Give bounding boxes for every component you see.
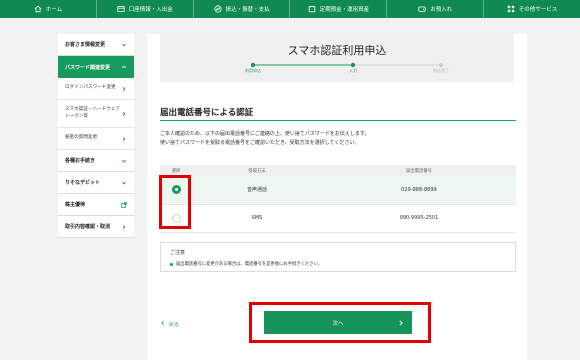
- nav-label: 口座情報・入出金: [128, 7, 173, 13]
- phone-table: 選択 受取方法 届出電話番号 音声通話 029-888-8899 SMS 090…: [160, 165, 516, 233]
- nav-label: 振込・振替・支払: [225, 7, 270, 13]
- voice-call-radio[interactable]: [171, 185, 181, 195]
- sidebar-item-label: 取引内容確認・取消: [65, 224, 111, 230]
- sidebar-item-label: スマホ認証・ハードウェア トークン等: [65, 107, 120, 119]
- sidebar-item-label: 株主優待: [65, 202, 86, 208]
- sidebar-item-shareholder-benefits[interactable]: 株主優待: [58, 194, 134, 216]
- section-title: 届出電話番号による認証: [160, 108, 254, 118]
- sidebar-item-label: パスワード関連変更: [65, 64, 111, 71]
- table-header-row: 選択 受取方法 届出電話番号: [160, 165, 516, 176]
- step-dot-3: [438, 62, 444, 68]
- table-row[interactable]: SMS 090-9995-2501: [160, 204, 516, 233]
- phone-cell: 090-9995-2501: [322, 204, 516, 233]
- chevron-right-icon: [120, 85, 128, 93]
- sidebar-item-label: ログインパスワード変更: [65, 85, 116, 91]
- section-divider: [160, 120, 516, 121]
- step-dot-1: [250, 62, 256, 68]
- chevron-right-icon: [120, 110, 128, 118]
- select-cell[interactable]: [160, 204, 192, 233]
- step-label-3: 申込完了: [433, 68, 449, 73]
- nav-account[interactable]: 口座情報・入出金: [97, 0, 194, 18]
- top-nav: ホーム 口座情報・入出金 振込・振替・支払 定期預金・運用資産 お預入れ その他…: [0, 0, 580, 18]
- instructions-line-2: 使い捨てパスワードを受取る電話番号をご確認いただき、受取方法を選択してください。: [160, 139, 360, 146]
- sidebar-item-resona-debit[interactable]: りそなデビット: [58, 172, 134, 194]
- method-cell: SMS: [192, 204, 322, 233]
- nav-label: お預入れ: [430, 7, 453, 13]
- notice-title: ご注意: [170, 250, 186, 256]
- method-cell: 音声通話: [192, 176, 322, 205]
- back-link[interactable]: 戻る: [160, 320, 179, 328]
- header-phone: 届出電話番号: [322, 165, 516, 176]
- external-link-icon: [120, 201, 128, 209]
- sidebar: お客さま情報変更 パスワード関連変更 ログインパスワード変更 スマホ認証・ハード…: [58, 34, 134, 238]
- nav-label: その他サービス: [518, 7, 558, 13]
- deposit-icon: [308, 5, 316, 13]
- sidebar-item-customer-info[interactable]: お客さま情報変更: [58, 34, 134, 56]
- sidebar-subitem-secret-question[interactable]: 秘密の質問変更: [58, 128, 134, 150]
- sidebar-item-label: 秘密の質問変更: [65, 135, 98, 141]
- sidebar-item-password[interactable]: パスワード関連変更: [58, 56, 134, 78]
- main-content: スマホ認証利用申込 利用申込 入力 申込完了 届出電話番号による認証 ご本人確認…: [147, 34, 527, 360]
- account-icon: [117, 5, 125, 13]
- sms-radio[interactable]: [171, 213, 181, 223]
- progress-stepper: [250, 62, 444, 68]
- wallet-icon: [418, 5, 426, 13]
- next-label: 次へ: [332, 320, 344, 327]
- step-dot-2: [350, 62, 356, 68]
- home-icon: [34, 5, 42, 13]
- next-button[interactable]: 次へ: [264, 311, 412, 334]
- chevron-left-icon: [160, 320, 166, 328]
- chevron-down-icon: [120, 41, 128, 49]
- notice-text: 届出電話番号に変更がある場合は、電話番号を変更後にお手続きください。: [176, 262, 323, 267]
- header-method: 受取方法: [192, 165, 322, 176]
- sidebar-item-transaction-check[interactable]: 取引内容確認・取消: [58, 216, 134, 238]
- step-label-1: 利用申込: [245, 68, 261, 73]
- grid-icon: [507, 5, 515, 13]
- nav-label: ホーム: [45, 7, 63, 13]
- bullet-icon: [170, 262, 173, 266]
- phone-cell: 029-888-8899: [322, 176, 516, 205]
- sidebar-item-procedures[interactable]: 各種お手続き: [58, 150, 134, 172]
- header-select: 選択: [160, 165, 192, 176]
- notice-box: ご注意 届出電話番号に変更がある場合は、電話番号を変更後にお手続きください。: [160, 242, 516, 272]
- chevron-down-icon: [120, 179, 128, 187]
- page-header: スマホ認証利用申込 利用申込 入力 申込完了: [160, 34, 514, 82]
- chevron-right-icon: [120, 135, 128, 143]
- notice-item: 届出電話番号に変更がある場合は、電話番号を変更後にお手続きください。: [170, 261, 322, 267]
- nav-label: 定期預金・運用資産: [319, 7, 370, 13]
- nav-deposit[interactable]: 定期預金・運用資産: [290, 0, 388, 18]
- instructions-line-1: ご本人確認のため、以下の届出電話番号にご連絡の上、使い捨てパスワードをお伝えしま…: [160, 131, 370, 137]
- chevron-right-icon: [398, 320, 404, 326]
- nav-wallet[interactable]: お預入れ: [387, 0, 485, 18]
- nav-other[interactable]: その他サービス: [484, 0, 580, 18]
- transfer-icon: [213, 5, 222, 13]
- table-row[interactable]: 音声通話 029-888-8899: [160, 176, 516, 205]
- chevron-up-icon: [120, 63, 128, 71]
- chevron-right-icon: [120, 223, 128, 231]
- back-label: 戻る: [169, 321, 180, 328]
- step-label-2: 入力: [349, 68, 357, 73]
- sidebar-item-label: りそなデビット: [65, 180, 101, 186]
- instructions: ご本人確認のため、以下の届出電話番号にご連絡の上、使い捨てパスワードをお伝えしま…: [160, 130, 516, 147]
- sidebar-item-label: お客さま情報変更: [65, 42, 106, 48]
- nav-transfer[interactable]: 振込・振替・支払: [194, 0, 291, 18]
- chevron-down-icon: [120, 157, 128, 165]
- sidebar-subitem-login-password[interactable]: ログインパスワード変更: [58, 78, 134, 100]
- nav-home[interactable]: ホーム: [0, 0, 97, 18]
- sidebar-item-label: 各種お手続き: [65, 158, 96, 164]
- select-cell[interactable]: [160, 176, 192, 205]
- sidebar-subitem-smartphone-auth[interactable]: スマホ認証・ハードウェア トークン等: [58, 100, 134, 128]
